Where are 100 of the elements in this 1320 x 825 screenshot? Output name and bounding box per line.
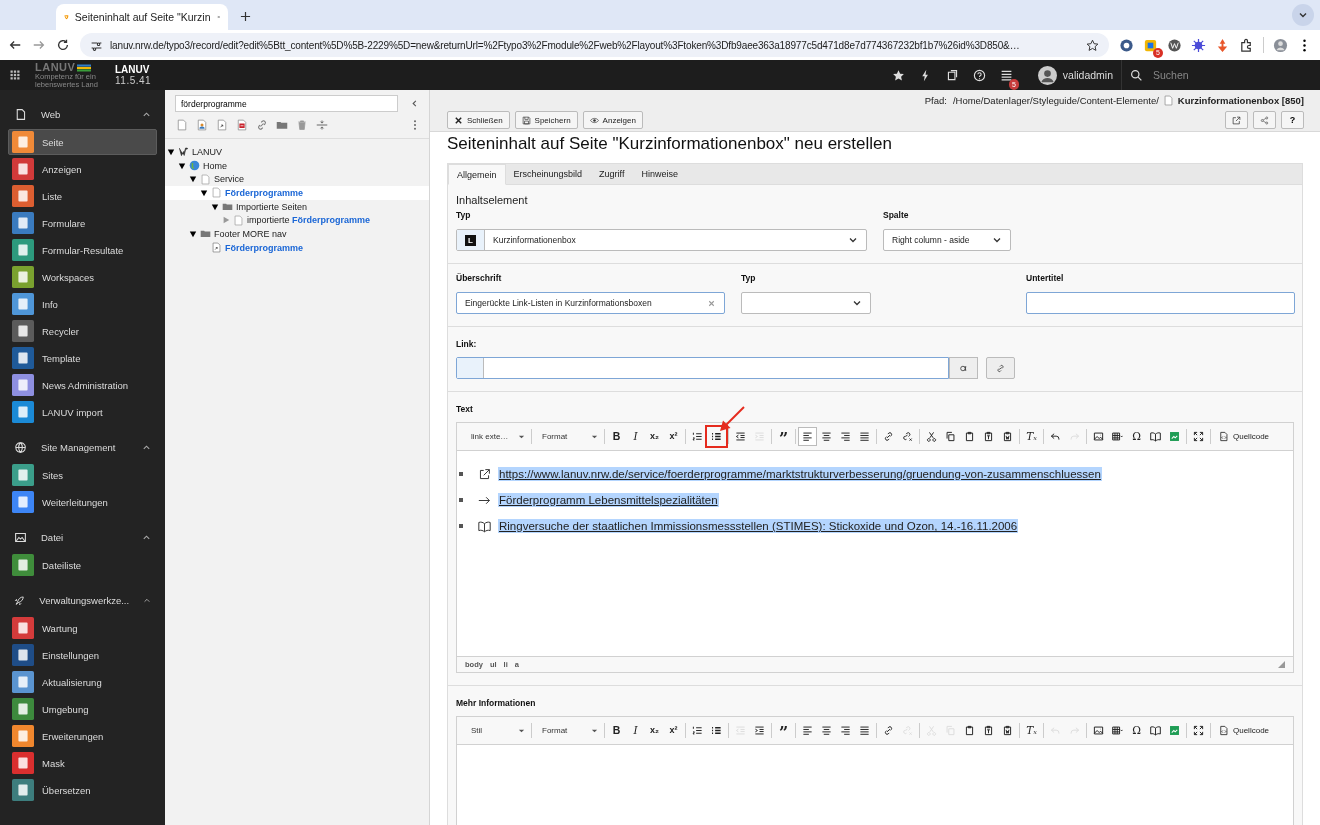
tree-filter-field[interactable]: förderprogramme [175, 95, 398, 112]
puzzle-icon[interactable] [1239, 37, 1254, 53]
module-group-header[interactable]: Verwaltungswerkze... [0, 586, 165, 614]
back-icon[interactable] [8, 38, 22, 52]
module-item[interactable]: Info [8, 291, 157, 317]
module-item[interactable]: Workspaces [8, 264, 157, 290]
expanded-toggle[interactable] [211, 202, 219, 211]
module-item[interactable]: Sites [8, 462, 157, 488]
content-type-select[interactable]: L Kurzinformationenbox [456, 229, 867, 251]
align-left-button[interactable] [798, 427, 817, 446]
ul-button[interactable] [707, 427, 726, 446]
tree-row[interactable]: Footer MORE nav [187, 227, 429, 241]
module-item[interactable]: Erweiterungen [8, 723, 157, 749]
toolbar-button[interactable]: Anzeigen [582, 111, 643, 129]
module-item[interactable]: LANUV import [8, 399, 157, 425]
collapsed-toggle[interactable] [222, 216, 230, 225]
source-button[interactable]: Quellcode [1213, 721, 1275, 740]
expanded-toggle[interactable] [189, 229, 197, 238]
resize-handle[interactable] [1278, 661, 1285, 668]
collapse-panel-icon[interactable] [410, 99, 419, 108]
module-item[interactable]: Dateiliste [8, 552, 157, 578]
bold-button[interactable]: B [607, 427, 626, 446]
module-group-header[interactable]: Site Management [0, 433, 165, 461]
tab[interactable]: Erscheinungsbild [505, 164, 592, 184]
module-item[interactable]: Weiterleitungen [8, 489, 157, 515]
search-input[interactable]: Suchen [1151, 68, 1295, 82]
open-new-window-button[interactable] [1225, 111, 1248, 129]
tree-label[interactable]: Home [203, 160, 227, 171]
module-item[interactable]: Seite [8, 129, 157, 155]
tab[interactable]: Zugriff [591, 164, 634, 184]
subscript-button[interactable]: x₂ [645, 427, 664, 446]
style-dropdown[interactable]: Format [534, 432, 602, 441]
tree-row[interactable]: LANUV [165, 145, 429, 159]
link[interactable]: Förderprogramm Lebensmittelspezialitäten [498, 493, 719, 507]
tree-label[interactable]: Footer MORE nav [214, 228, 287, 239]
tree-row[interactable]: Importierte Seiten [209, 199, 429, 214]
module-item[interactable]: Übersetzen [8, 777, 157, 803]
user-menu[interactable]: validadmin [1029, 65, 1121, 85]
bold-button[interactable]: B [607, 721, 626, 740]
module-group-header[interactable]: Web [0, 100, 165, 128]
tree-row[interactable]: Service [187, 172, 429, 187]
external-page-icon[interactable] [236, 119, 248, 131]
tree-row[interactable]: Home [176, 158, 429, 173]
remove-format-button[interactable]: Tₓ [1022, 427, 1041, 446]
bookmark-star-icon[interactable] [891, 68, 905, 82]
tree-label[interactable]: Förderprogramme [225, 187, 304, 198]
backend-user-page-icon[interactable] [196, 119, 208, 131]
style-dropdown[interactable]: link exte… [463, 432, 529, 441]
divider-icon[interactable] [316, 119, 328, 131]
link-browser-button[interactable] [949, 357, 978, 379]
module-item[interactable]: Anzeigen [8, 156, 157, 182]
toolbar-button[interactable]: Speichern [514, 111, 578, 129]
toolbar-button[interactable]: Schließen [447, 111, 510, 129]
module-item[interactable]: Mask [8, 750, 157, 776]
style-dropdown[interactable]: Format [534, 726, 602, 735]
module-item[interactable]: Template [8, 345, 157, 371]
module-item[interactable]: Formulare [8, 210, 157, 236]
extension-icon[interactable] [1119, 37, 1134, 53]
special-char-button[interactable]: Ω [1127, 721, 1146, 740]
blockquote-button[interactable]: ” [774, 427, 793, 446]
tree-label[interactable]: Förderprogramme [225, 242, 304, 253]
trash-icon[interactable] [296, 119, 308, 131]
module-item[interactable]: Aktualisierung [8, 669, 157, 695]
subheader-field[interactable] [1026, 292, 1295, 314]
more-options-icon[interactable] [413, 119, 417, 131]
tab[interactable]: Hinweise [633, 164, 687, 184]
reload-icon[interactable] [56, 38, 70, 52]
browser-tab[interactable]: Seiteninhalt auf Seite "Kurzin [56, 4, 228, 30]
module-item[interactable]: Formular-Resultate [8, 237, 157, 263]
superscript-button[interactable]: x² [664, 427, 683, 446]
share-button[interactable] [1253, 111, 1276, 129]
link-field[interactable] [456, 357, 949, 379]
module-item[interactable]: Recycler [8, 318, 157, 344]
help-icon[interactable] [972, 68, 986, 82]
new-tab-icon[interactable] [240, 11, 251, 22]
extension-icon[interactable] [1143, 37, 1158, 53]
extension-icon[interactable] [1215, 37, 1230, 53]
expanded-toggle[interactable] [189, 175, 197, 184]
tab-list-button[interactable] [1292, 4, 1314, 26]
tree-row[interactable]: importierte Förderprogramme [220, 213, 429, 228]
special-char-button[interactable]: Ω [1127, 427, 1146, 446]
module-item[interactable]: News Administration [8, 372, 157, 398]
column-select[interactable]: Right column - aside [883, 229, 1011, 251]
source-button[interactable]: Quellcode [1213, 427, 1275, 446]
address-bar[interactable]: lanuv.nrw.de/typo3/record/edit?edit%5Btt_content%5D%5B-2229%5D=new&returnUrl=%2Ftypo3%2Fmodule%2Fweb%2Flayout%3Ftoken%3Dfb9aee363a18977c5d471d8e7d774367232bf1b7%26id%3D850&… [80, 33, 1109, 57]
clear-icon[interactable] [707, 298, 716, 308]
italic-button[interactable]: I [626, 427, 645, 446]
style-dropdown[interactable]: Stil [463, 726, 529, 735]
folder-icon[interactable] [276, 119, 288, 131]
module-item[interactable]: Liste [8, 183, 157, 209]
tree-row[interactable]: Förderprogramme [198, 240, 429, 255]
module-group-header[interactable]: Datei [0, 523, 165, 551]
expanded-toggle[interactable] [167, 147, 175, 156]
module-item[interactable]: Einstellungen [8, 642, 157, 668]
italic-button[interactable]: I [626, 721, 645, 740]
link[interactable]: Ringversuche der staatlichen Immissionsmessstellen (STIMES): Stickoxide und Ozon, 14.-16.11.2006 [498, 519, 1019, 533]
task-list-icon[interactable] [999, 68, 1013, 82]
remove-format-button[interactable]: Tₓ [1022, 721, 1041, 740]
blockquote-button[interactable]: ” [774, 721, 793, 740]
tab[interactable]: Allgemein [448, 164, 506, 185]
